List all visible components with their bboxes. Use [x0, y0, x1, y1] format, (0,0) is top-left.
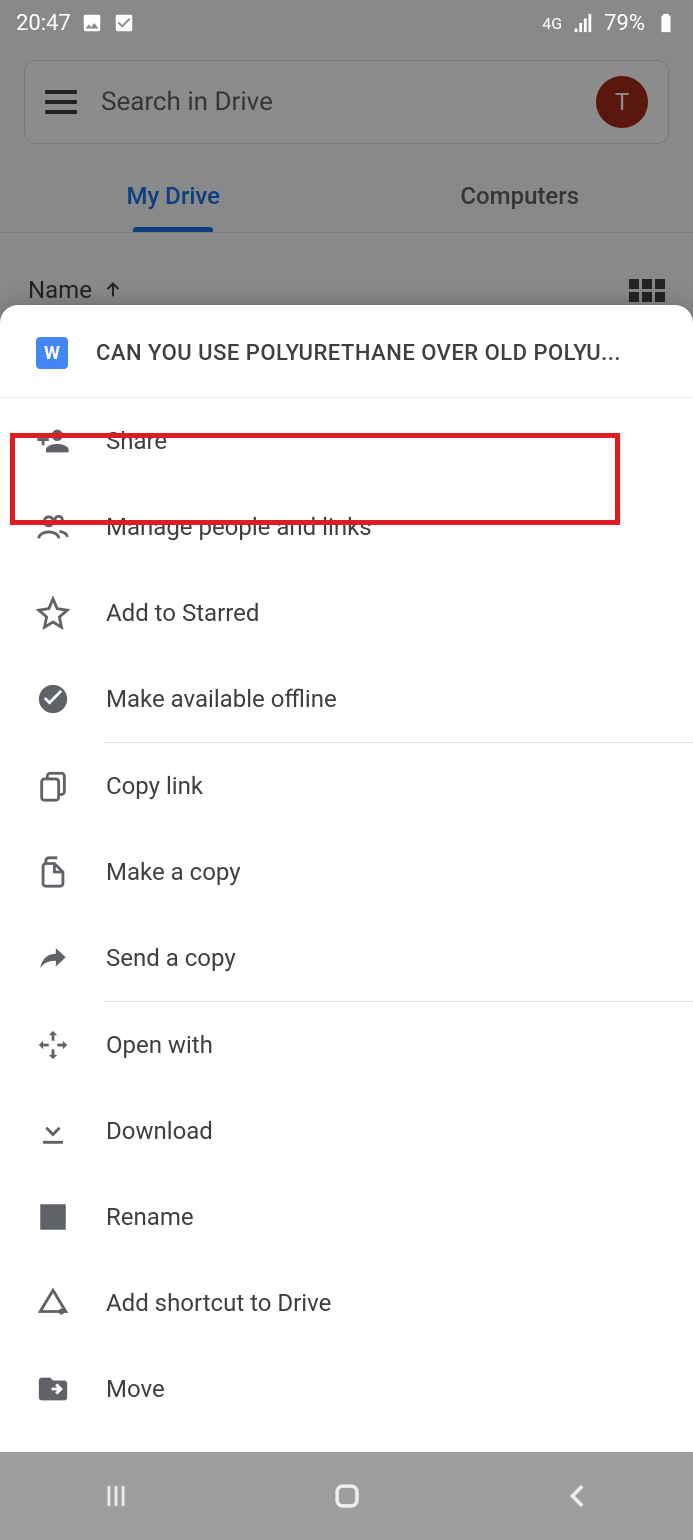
word-doc-icon: W: [36, 337, 68, 369]
star-outline-icon: [36, 596, 70, 630]
tab-bar: My Drive Computers: [0, 160, 693, 232]
copy-link-icon: [36, 769, 70, 803]
menu-sendcopy-label: Send a copy: [106, 944, 236, 972]
tab-my-drive-label: My Drive: [126, 182, 220, 210]
menu-move-label: Move: [106, 1375, 165, 1403]
battery-icon: [655, 12, 677, 34]
sort-label: Name: [28, 276, 92, 304]
drive-shortcut-icon: [36, 1286, 70, 1320]
menu-download-label: Download: [106, 1117, 213, 1145]
menu-offline-label: Make available offline: [106, 685, 337, 713]
nav-home-icon[interactable]: [330, 1479, 364, 1513]
checkbox-icon: [113, 12, 135, 34]
search-bar[interactable]: Search in Drive T: [24, 60, 669, 144]
file-actions-sheet: W CAN YOU USE POLYURETHANE OVER OLD POLY…: [0, 305, 693, 1540]
nav-back-icon[interactable]: [561, 1479, 595, 1513]
rename-pencil-icon: [36, 1200, 70, 1234]
menu-copy-link[interactable]: Copy link: [0, 743, 693, 829]
menu-share-label: Share: [106, 427, 167, 455]
tab-computers[interactable]: Computers: [347, 160, 693, 232]
nav-recents-icon[interactable]: [99, 1479, 133, 1513]
sort-control[interactable]: Name: [28, 276, 124, 304]
status-time: 20:47: [16, 11, 71, 36]
battery-pct: 79%: [604, 11, 645, 36]
tab-my-drive[interactable]: My Drive: [0, 160, 347, 232]
menu-star-label: Add to Starred: [106, 599, 259, 627]
menu-make-copy[interactable]: Make a copy: [0, 829, 693, 915]
download-icon: [36, 1114, 70, 1148]
menu-move[interactable]: Move: [0, 1346, 693, 1432]
status-bar: 20:47 4G 79%: [0, 0, 693, 46]
menu-openwith-label: Open with: [106, 1031, 213, 1059]
menu-copylink-label: Copy link: [106, 772, 203, 800]
menu-list: Share Manage people and links Add to Sta…: [0, 398, 693, 1540]
search-placeholder: Search in Drive: [101, 87, 572, 117]
open-with-icon: [36, 1028, 70, 1062]
menu-icon[interactable]: [45, 90, 77, 114]
grid-view-icon[interactable]: [629, 279, 665, 302]
arrow-up-icon: [102, 279, 124, 301]
copy-file-icon: [36, 855, 70, 889]
menu-rename[interactable]: Rename: [0, 1174, 693, 1260]
network-type: 4G: [542, 14, 562, 33]
menu-manage-label: Manage people and links: [106, 513, 372, 541]
image-icon: [81, 12, 103, 34]
signal-icon: [572, 12, 594, 34]
menu-add-starred[interactable]: Add to Starred: [0, 570, 693, 656]
menu-open-with[interactable]: Open with: [0, 1002, 693, 1088]
menu-download[interactable]: Download: [0, 1088, 693, 1174]
divider: [0, 232, 693, 233]
tab-computers-label: Computers: [460, 182, 579, 210]
file-title: CAN YOU USE POLYURETHANE OVER OLD POLYU.…: [96, 341, 621, 366]
menu-shortcut-label: Add shortcut to Drive: [106, 1289, 331, 1317]
send-arrow-icon: [36, 941, 70, 975]
people-icon: [36, 510, 70, 544]
menu-add-shortcut[interactable]: Add shortcut to Drive: [0, 1260, 693, 1346]
avatar[interactable]: T: [596, 76, 648, 128]
person-add-icon: [36, 424, 70, 458]
menu-rename-label: Rename: [106, 1203, 194, 1231]
menu-offline[interactable]: Make available offline: [0, 656, 693, 742]
menu-makecopy-label: Make a copy: [106, 858, 241, 886]
folder-move-icon: [36, 1372, 70, 1406]
menu-send-copy[interactable]: Send a copy: [0, 915, 693, 1001]
android-nav-bar: [0, 1452, 693, 1540]
menu-share[interactable]: Share: [0, 398, 693, 484]
menu-manage-people[interactable]: Manage people and links: [0, 484, 693, 570]
sheet-header: W CAN YOU USE POLYURETHANE OVER OLD POLY…: [0, 305, 693, 397]
offline-check-icon: [36, 682, 70, 716]
